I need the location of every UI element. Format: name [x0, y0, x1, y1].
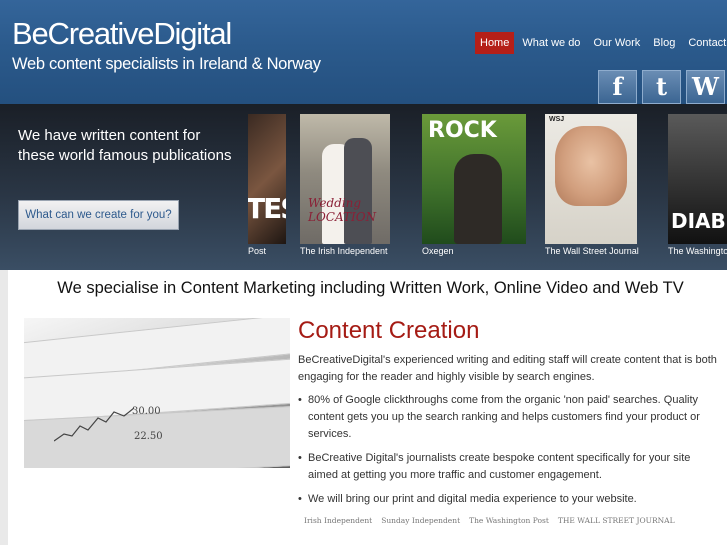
list-item: 80% of Google clickthroughs come from th… — [298, 392, 718, 443]
magazine-cover[interactable]: TES — [248, 114, 286, 244]
list-item: BeCreative Digital's journalists create … — [298, 450, 718, 484]
publication-logos: Irish Independent Sunday Independent The… — [304, 516, 684, 525]
magazine-label: The Wall Street Journal — [545, 246, 639, 256]
magazine-cover[interactable]: Wedding LOCATION — [300, 114, 390, 244]
nav-home[interactable]: Home — [475, 32, 515, 54]
newspaper-photo: 30.00 22.50 — [24, 318, 290, 468]
twitter-icon[interactable]: t — [642, 70, 681, 104]
site-logo[interactable]: BeCreativeDigital — [12, 16, 232, 52]
magazine-label: The Irish Independent — [300, 246, 388, 256]
banner-text: We have written content for these world … — [18, 127, 232, 164]
logo-irish-independent: Irish Independent — [304, 516, 373, 525]
nav-blog[interactable]: Blog — [648, 32, 680, 54]
list-item: We will bring our print and digital medi… — [298, 491, 718, 508]
wordpress-icon[interactable]: W — [686, 70, 725, 104]
nav-our-work[interactable]: Our Work — [588, 32, 645, 54]
magazine-label: Post — [248, 246, 267, 256]
nav-contact[interactable]: Contact — [683, 32, 727, 54]
magazine-label: Oxegen — [422, 246, 454, 256]
site-header: BeCreativeDigital Web content specialist… — [0, 0, 727, 104]
logo-wall-street-journal: THE WALL STREET JOURNAL — [557, 516, 675, 525]
stock-chart-icon — [54, 407, 135, 442]
site-tagline: Web content specialists in Ireland & Nor… — [12, 55, 321, 73]
lead-paragraph: BeCreativeDigital's experienced writing … — [298, 354, 717, 383]
nav-what-we-do[interactable]: What we do — [517, 32, 585, 54]
cta-button[interactable]: What can we create for you? — [18, 200, 179, 230]
page-headline: We specialise in Content Marketing inclu… — [57, 279, 684, 297]
social-links: f t W — [598, 70, 727, 104]
benefit-list: 80% of Google clickthroughs come from th… — [298, 392, 718, 515]
section-title: Content Creation — [298, 317, 480, 344]
magazine-cover[interactable]: WSJ — [545, 114, 637, 244]
logo-washington-post: The Washington Post — [469, 516, 549, 525]
main-content: We specialise in Content Marketing inclu… — [8, 270, 727, 545]
magazine-label: The Washingto — [668, 246, 727, 256]
publications-banner: We have written content for these world … — [0, 104, 727, 270]
magazine-cover[interactable]: ROCK — [422, 114, 526, 244]
facebook-icon[interactable]: f — [598, 70, 637, 104]
main-nav: Home What we do Our Work Blog Contact — [475, 32, 727, 54]
magazine-cover[interactable]: DIABE — [668, 114, 727, 244]
logo-sunday-independent: Sunday Independent — [381, 516, 461, 525]
